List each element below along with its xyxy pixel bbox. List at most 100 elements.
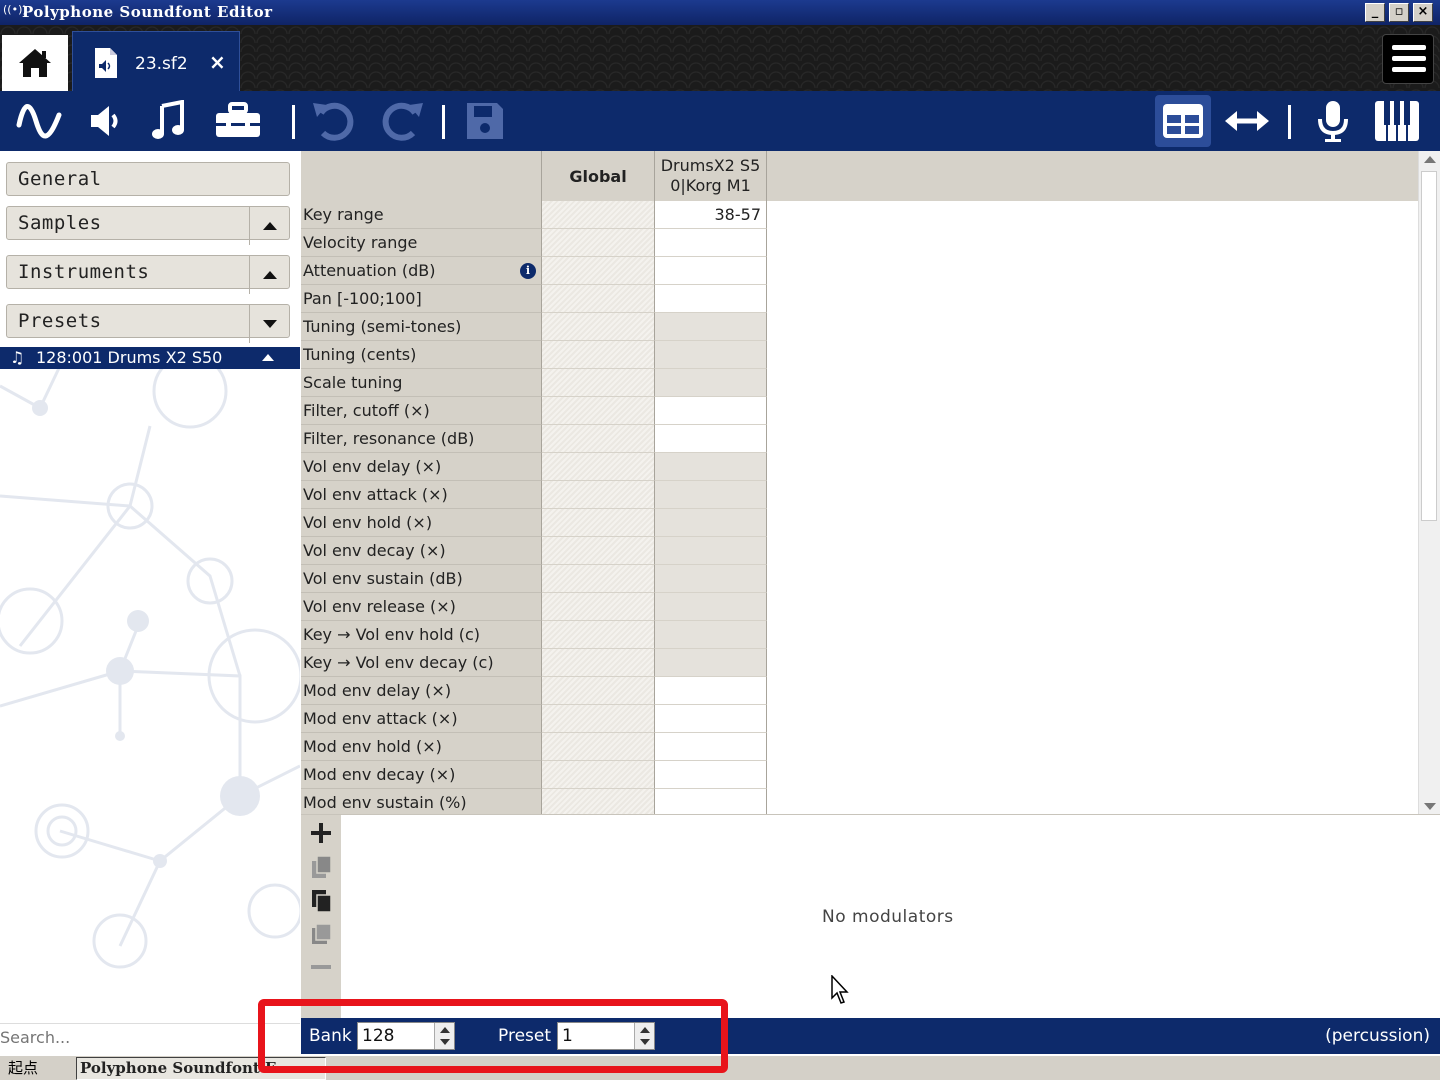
global-cell[interactable]: [542, 677, 655, 705]
table-row: Key → Vol env hold (c): [301, 621, 767, 649]
collapse-arrow-icon[interactable]: [262, 354, 274, 361]
row-label: Vol env delay (×): [301, 453, 542, 481]
section-instruments-label: Instruments: [18, 261, 150, 283]
minimize-button[interactable]: _: [1365, 3, 1385, 22]
global-cell[interactable]: [542, 537, 655, 565]
preset-list-item-selected[interactable]: ♫ 128:001 Drums X2 S50: [0, 347, 300, 369]
row-label: Mod env attack (×): [301, 705, 542, 733]
music-note-icon[interactable]: [143, 97, 193, 145]
close-tab-icon[interactable]: ×: [209, 50, 226, 74]
table-row: Mod env decay (×): [301, 761, 767, 789]
section-samples[interactable]: Samples: [6, 206, 290, 245]
minus-icon[interactable]: [309, 955, 333, 979]
plus-icon[interactable]: [309, 821, 333, 845]
global-cell[interactable]: [542, 761, 655, 789]
value-cell[interactable]: [655, 733, 767, 761]
scroll-down-icon[interactable]: [1424, 803, 1436, 810]
value-cell[interactable]: [655, 257, 767, 285]
toolbar: [0, 91, 1440, 151]
copy-icon[interactable]: [309, 855, 333, 879]
global-cell[interactable]: [542, 369, 655, 397]
value-cell[interactable]: [655, 789, 767, 814]
section-samples-label: Samples: [18, 212, 102, 234]
wave-icon[interactable]: [14, 97, 64, 145]
value-cell[interactable]: [655, 705, 767, 733]
start-button[interactable]: 起点: [2, 1058, 72, 1080]
paste-icon[interactable]: [309, 889, 333, 913]
scrollbar-thumb[interactable]: [1421, 171, 1437, 521]
speaker-icon[interactable]: [80, 97, 130, 145]
section-presets[interactable]: Presets: [6, 304, 290, 343]
global-cell[interactable]: [542, 789, 655, 814]
redo-icon[interactable]: [376, 97, 426, 145]
global-cell[interactable]: [542, 341, 655, 369]
global-cell[interactable]: [542, 313, 655, 341]
horizontal-arrows-icon[interactable]: [1222, 97, 1272, 145]
modulator-panel: No modulators: [301, 815, 1440, 1018]
global-cell[interactable]: [542, 257, 655, 285]
global-cell[interactable]: [542, 593, 655, 621]
value-cell[interactable]: [655, 509, 767, 537]
value-cell[interactable]: [655, 621, 767, 649]
table-row: Mod env hold (×): [301, 733, 767, 761]
global-cell[interactable]: [542, 649, 655, 677]
global-cell[interactable]: [542, 453, 655, 481]
file-tab[interactable]: 23.sf2 ×: [72, 31, 240, 91]
value-cell[interactable]: [655, 537, 767, 565]
row-label: Vol env hold (×): [301, 509, 542, 537]
global-cell[interactable]: [542, 565, 655, 593]
value-cell[interactable]: [655, 369, 767, 397]
table-row: Tuning (cents): [301, 341, 767, 369]
info-icon[interactable]: i: [520, 263, 536, 279]
table-scrollbar[interactable]: [1418, 151, 1440, 814]
undo-icon[interactable]: [310, 97, 360, 145]
value-cell[interactable]: [655, 761, 767, 789]
search-input[interactable]: [0, 1024, 300, 1051]
global-cell[interactable]: [542, 621, 655, 649]
toolbox-icon[interactable]: [213, 97, 263, 145]
value-cell[interactable]: [655, 649, 767, 677]
collapse-arrow-icon[interactable]: [249, 256, 289, 294]
tab-bar: 23.sf2 ×: [0, 25, 1440, 91]
scroll-up-icon[interactable]: [1424, 156, 1436, 163]
section-general[interactable]: General: [6, 162, 290, 196]
maximize-button[interactable]: ▫: [1389, 3, 1409, 22]
close-button[interactable]: ×: [1413, 3, 1433, 22]
table-row: Attenuation (dB) i: [301, 257, 767, 285]
microphone-icon[interactable]: [1308, 97, 1358, 145]
global-cell[interactable]: [542, 229, 655, 257]
header-instrument[interactable]: DrumsX2 S5 0|Korg M1: [655, 151, 767, 201]
main-menu-button[interactable]: [1382, 34, 1434, 84]
duplicate-icon[interactable]: [309, 922, 333, 946]
global-cell[interactable]: [542, 509, 655, 537]
value-cell[interactable]: [655, 565, 767, 593]
value-cell[interactable]: [655, 425, 767, 453]
section-instruments[interactable]: Instruments: [6, 255, 290, 294]
global-cell[interactable]: [542, 285, 655, 313]
expand-arrow-icon[interactable]: [249, 305, 289, 343]
value-cell[interactable]: [655, 453, 767, 481]
value-cell[interactable]: [655, 341, 767, 369]
global-cell[interactable]: [542, 705, 655, 733]
value-cell[interactable]: 38-57: [655, 201, 767, 229]
value-cell[interactable]: [655, 481, 767, 509]
header-global[interactable]: Global: [542, 151, 655, 201]
value-cell[interactable]: [655, 313, 767, 341]
value-cell[interactable]: [655, 677, 767, 705]
value-cell[interactable]: [655, 397, 767, 425]
home-tab[interactable]: [2, 35, 68, 91]
collapse-arrow-icon[interactable]: [249, 207, 289, 245]
global-cell[interactable]: [542, 425, 655, 453]
global-cell[interactable]: [542, 397, 655, 425]
value-cell[interactable]: [655, 229, 767, 257]
toolbar-separator: [292, 105, 295, 139]
piano-keys-icon[interactable]: [1372, 97, 1422, 145]
value-cell[interactable]: [655, 285, 767, 313]
global-cell[interactable]: [542, 733, 655, 761]
global-cell[interactable]: [542, 481, 655, 509]
save-icon[interactable]: [460, 97, 510, 145]
value-cell[interactable]: [655, 593, 767, 621]
row-label: Pan [-100;100]: [301, 285, 542, 313]
global-cell[interactable]: [542, 201, 655, 229]
table-view-icon[interactable]: [1155, 95, 1211, 147]
